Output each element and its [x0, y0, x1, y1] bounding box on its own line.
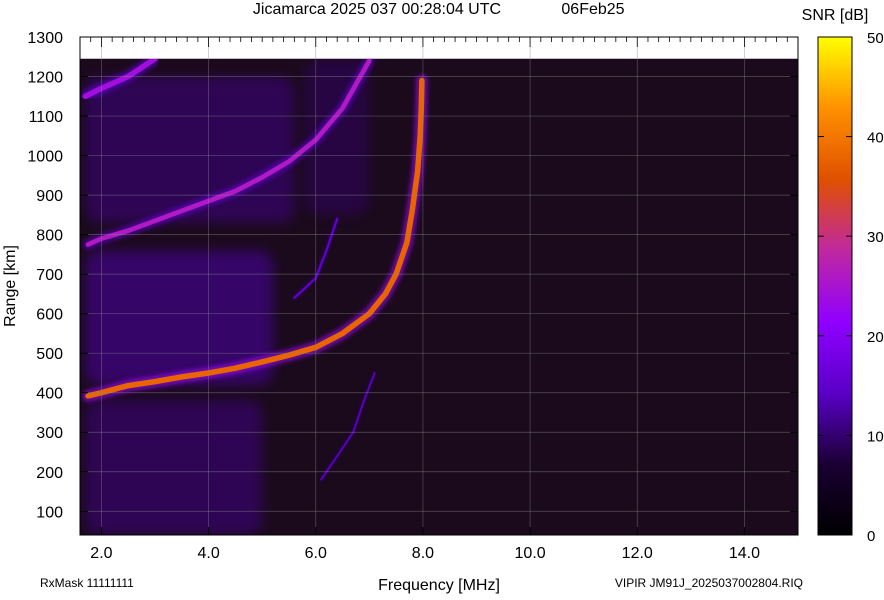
x-tick-label-6: 14.0 — [729, 545, 760, 562]
y-tick-label-9: 1000 — [27, 149, 63, 166]
x-tick-label-5: 12.0 — [622, 545, 653, 562]
x-tick-label-2: 6.0 — [305, 545, 327, 562]
y-axis-label: Range [km] — [2, 245, 19, 327]
y-tick-label-10: 1100 — [29, 109, 64, 126]
colorbar-tick-label-3: 30 — [867, 229, 884, 246]
colorbar-gradient — [817, 36, 853, 536]
diffuse-region-0 — [85, 400, 263, 535]
chart-date: 06Feb25 — [561, 1, 624, 18]
y-tick-label-6: 700 — [36, 267, 63, 284]
colorbar-tick-label-0: 0 — [867, 528, 875, 545]
x-tick-label-1: 4.0 — [197, 545, 219, 562]
colorbar-tick-label-5: 50 — [867, 30, 884, 47]
x-tick-label-0: 2.0 — [90, 545, 112, 562]
y-tick-label-7: 800 — [36, 228, 63, 245]
y-tick-label-2: 300 — [36, 425, 63, 442]
footer-left: RxMask 11111111 — [40, 576, 134, 590]
x-axis-label: Frequency [MHz] — [378, 577, 500, 594]
y-tick-label-3: 400 — [36, 386, 63, 403]
colorbar-tick-label-2: 20 — [867, 329, 884, 346]
x-tick-label-4: 10.0 — [515, 545, 546, 562]
y-tick-label-1: 200 — [36, 465, 63, 482]
y-tick-label-4: 500 — [36, 346, 63, 363]
colorbar-tick-label-4: 40 — [867, 130, 884, 147]
colorbar-tick-label-1: 10 — [867, 428, 884, 445]
x-tick-label-3: 8.0 — [412, 545, 434, 562]
y-tick-label-11: 1200 — [27, 70, 63, 87]
y-tick-label-8: 900 — [36, 188, 63, 205]
y-tick-label-0: 100 — [36, 504, 63, 521]
colorbar-label: SNR [dB] — [802, 7, 869, 24]
footer-right: VIPIR JM91J_2025037002804.RIQ — [615, 576, 803, 590]
y-tick-label-12: 1300 — [27, 30, 63, 47]
y-tick-label-5: 600 — [36, 307, 63, 324]
diffuse-region-2 — [85, 76, 295, 223]
colorbar: 0 10 20 30 40 50 — [817, 30, 884, 545]
ionogram-svg: Jicamarca 2025 037 00:28:04 UTC 06Feb25 … — [2, 1, 884, 594]
ionogram-chart: Jicamarca 2025 037 00:28:04 UTC 06Feb25 … — [0, 0, 884, 595]
chart-title: Jicamarca 2025 037 00:28:04 UTC — [253, 1, 501, 18]
